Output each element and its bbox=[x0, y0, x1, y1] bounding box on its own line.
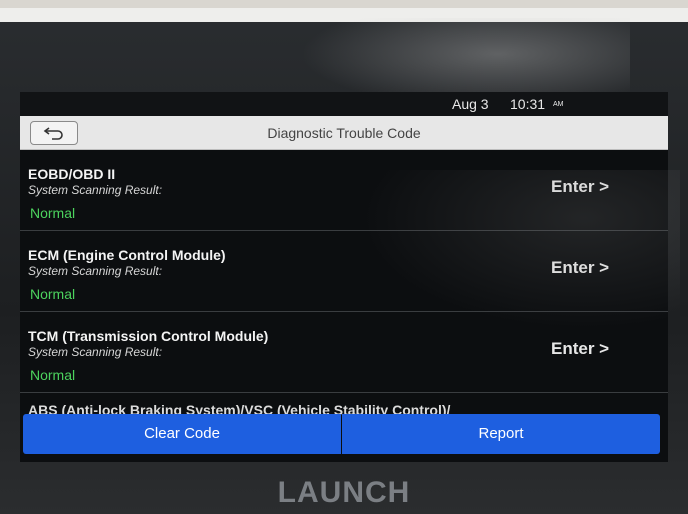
page-title: Diagnostic Trouble Code bbox=[267, 125, 421, 141]
list-item-ecm[interactable]: ECM (Engine Control Module) System Scann… bbox=[20, 231, 668, 311]
enter-button[interactable]: Enter > bbox=[551, 177, 609, 197]
status-ampm: AM bbox=[553, 101, 564, 108]
tablet-screen: Aug 3 10:31 AM Diagnostic Trouble Code E… bbox=[20, 92, 668, 462]
status-bar: Aug 3 10:31 AM bbox=[20, 92, 668, 116]
brand-logo: LAUNCH bbox=[277, 476, 411, 509]
scan-result-label: System Scanning Result: bbox=[28, 264, 163, 278]
report-button[interactable]: Report bbox=[342, 414, 660, 454]
status-text: Normal bbox=[30, 205, 76, 221]
bottom-button-bar: Clear Code Report bbox=[20, 414, 668, 456]
header-bar: Diagnostic Trouble Code bbox=[20, 116, 668, 150]
scan-result-label: System Scanning Result: bbox=[28, 183, 163, 197]
status-text: Normal bbox=[30, 286, 76, 302]
clear-code-button[interactable]: Clear Code bbox=[23, 414, 341, 454]
list-item-eobd[interactable]: EOBD/OBD II System Scanning Result: Norm… bbox=[20, 150, 668, 230]
enter-button[interactable]: Enter > bbox=[551, 258, 609, 278]
system-name: TCM (Transmission Control Module) bbox=[28, 328, 269, 344]
system-name: ECM (Engine Control Module) bbox=[28, 247, 226, 263]
divider bbox=[20, 392, 668, 393]
status-time: 10:31 bbox=[510, 96, 546, 112]
enter-button[interactable]: Enter > bbox=[551, 339, 609, 359]
system-name: EOBD/OBD II bbox=[28, 166, 116, 182]
status-text: Normal bbox=[30, 367, 76, 383]
list-item-tcm[interactable]: TCM (Transmission Control Module) System… bbox=[20, 312, 668, 392]
system-list: EOBD/OBD II System Scanning Result: Norm… bbox=[20, 150, 668, 415]
status-date: Aug 3 bbox=[452, 96, 489, 112]
scan-result-label: System Scanning Result: bbox=[28, 345, 163, 359]
